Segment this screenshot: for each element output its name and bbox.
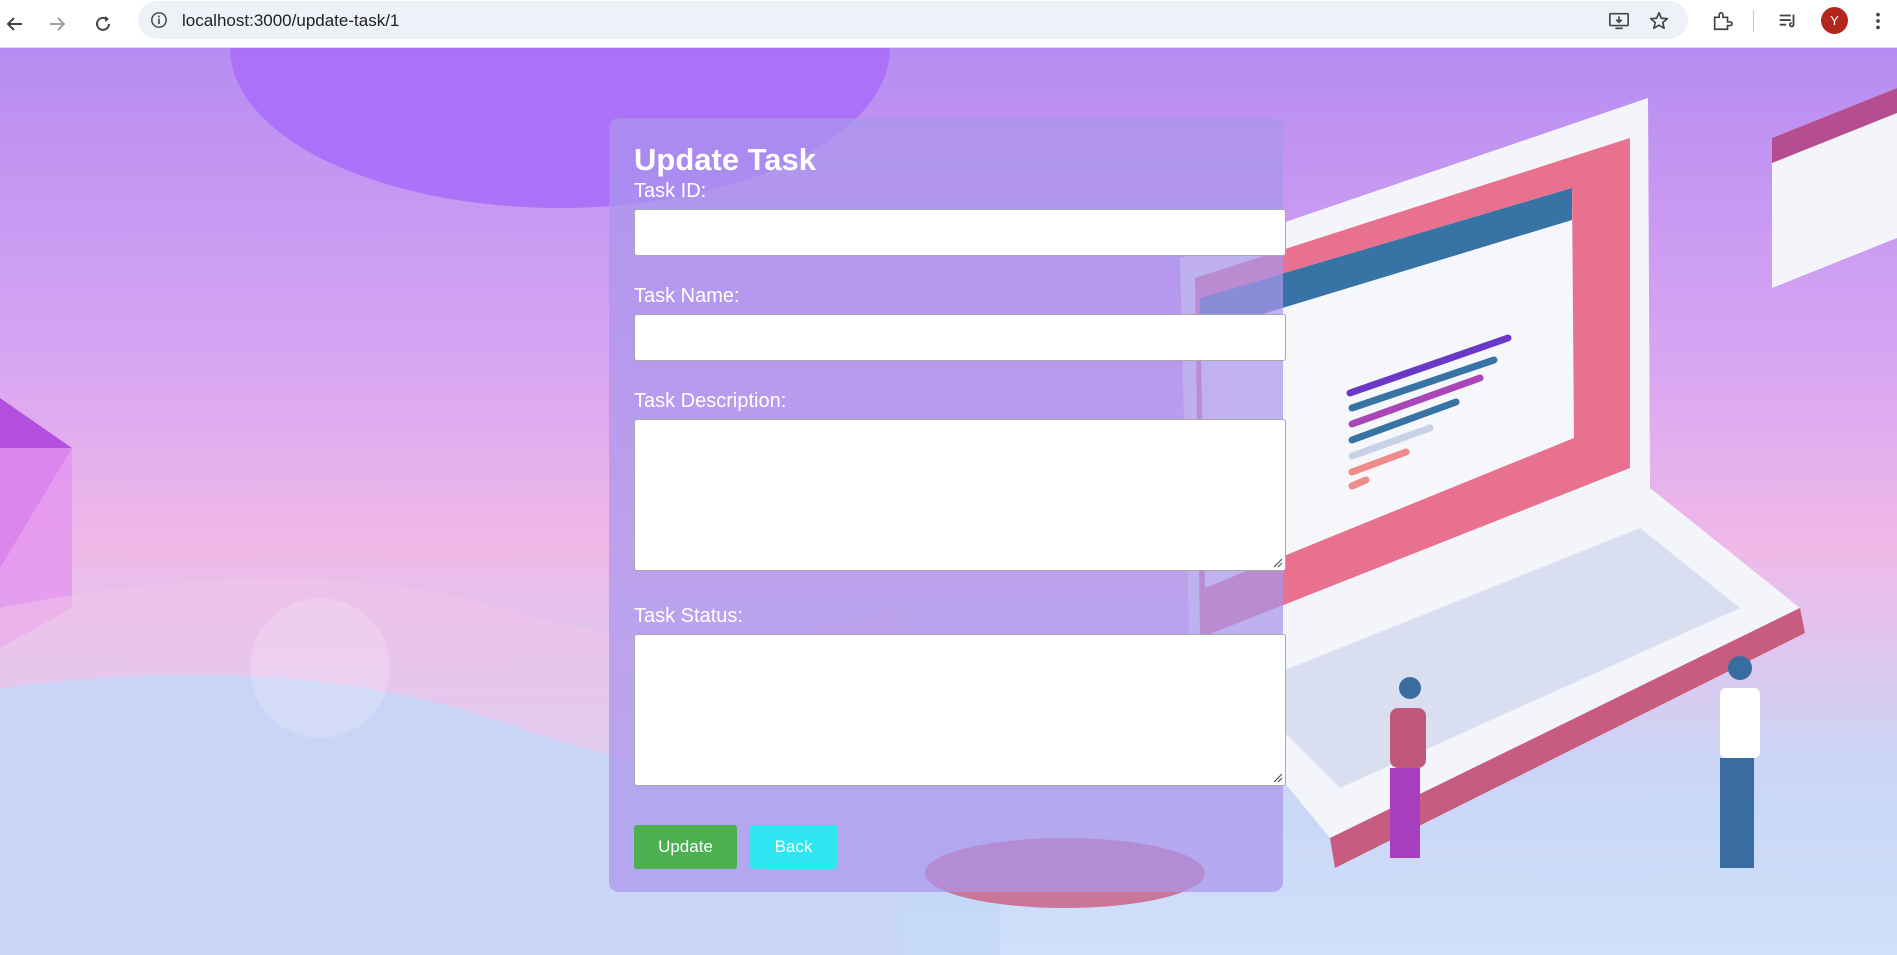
resize-grip-icon[interactable] [1272,772,1283,783]
back-button[interactable]: Back [750,825,837,869]
toolbar-divider [1753,10,1754,32]
task-description-textarea[interactable] [634,419,1286,571]
profile-avatar[interactable]: Y [1821,7,1848,34]
address-bar[interactable]: localhost:3000/update-task/1 [138,1,1688,39]
task-status-textarea[interactable] [634,634,1286,786]
task-status-label: Task Status: [634,605,743,627]
site-info-icon[interactable] [148,9,170,31]
reload-icon[interactable] [88,9,118,39]
bookmark-star-icon[interactable] [1647,9,1671,33]
task-id-label: Task ID: [634,180,707,202]
install-app-icon[interactable] [1607,9,1631,33]
task-id-input[interactable] [634,209,1286,256]
page-viewport: Update Task Task ID: Task Name: Task Des… [0,48,1897,955]
forward-arrow-icon[interactable] [42,9,72,39]
url-text[interactable]: localhost:3000/update-task/1 [182,11,399,31]
reading-list-icon[interactable] [1775,8,1801,34]
more-menu-icon[interactable] [1865,8,1891,34]
task-description-label: Task Description: [634,390,787,412]
task-name-input[interactable] [634,314,1286,361]
browser-toolbar: localhost:3000/update-task/1 Y [0,0,1897,48]
page-title: Update Task [634,142,817,177]
task-name-label: Task Name: [634,285,740,307]
back-arrow-icon[interactable] [0,9,30,39]
update-button[interactable]: Update [634,825,737,869]
extensions-icon[interactable] [1709,8,1735,34]
update-task-card: Update Task Task ID: Task Name: Task Des… [609,118,1286,892]
resize-grip-icon[interactable] [1272,557,1283,568]
